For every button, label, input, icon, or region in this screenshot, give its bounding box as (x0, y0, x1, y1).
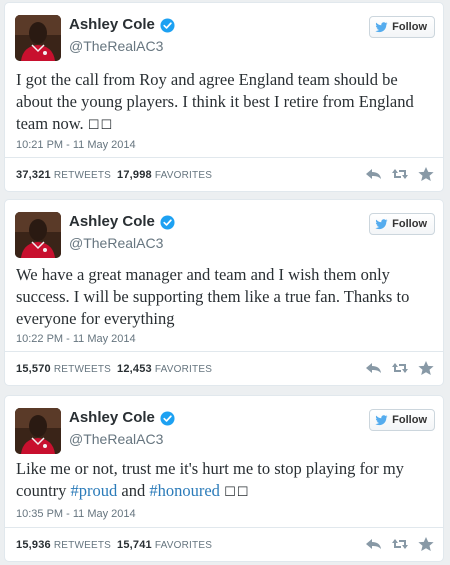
divider (5, 351, 443, 352)
hashtag-link[interactable]: #honoured (149, 481, 220, 500)
tweet-timestamp[interactable]: 10:35 PM - 11 May 2014 (16, 508, 136, 520)
retweets-count[interactable]: 37,321 (16, 169, 51, 181)
display-name-text[interactable]: Ashley Cole (69, 409, 155, 427)
retweet-button[interactable] (391, 536, 409, 552)
tweet-card: Ashley Cole @TheRealAC3 Follow We have a… (4, 199, 444, 386)
divider (5, 527, 443, 528)
tweet-card: Ashley Cole @TheRealAC3 Follow Like me o… (4, 395, 444, 562)
hashtag-link[interactable]: #proud (71, 481, 118, 500)
tweet-stack: Ashley Cole @TheRealAC3 Follow I got the… (0, 0, 450, 565)
retweet-icon (392, 539, 408, 549)
follow-label: Follow (392, 218, 427, 230)
tweet-card: Ashley Cole @TheRealAC3 Follow I got the… (4, 2, 444, 192)
twitter-bird-icon (375, 218, 388, 229)
tweet-actions (365, 166, 435, 182)
verified-badge-icon (160, 410, 175, 426)
reply-button[interactable] (365, 536, 383, 552)
reply-button[interactable] (365, 166, 383, 182)
retweet-icon (392, 169, 408, 179)
user-handle[interactable]: @TheRealAC3 (69, 430, 163, 448)
retweet-button[interactable] (391, 360, 409, 376)
verified-badge-icon (160, 214, 175, 230)
tweet-text-body: We have a great manager and team and I w… (16, 265, 410, 328)
reply-icon (366, 169, 381, 179)
avatar[interactable] (15, 408, 61, 454)
tweet-text-body: I got the call from Roy and agree Englan… (16, 70, 414, 133)
avatar-photo-icon (15, 212, 61, 258)
retweet-icon (392, 363, 408, 373)
user-handle[interactable]: @TheRealAC3 (69, 234, 163, 252)
tweet-actions (365, 536, 435, 552)
star-icon (418, 361, 434, 375)
favorite-button[interactable] (417, 360, 435, 376)
display-name[interactable]: Ashley Cole (69, 16, 175, 34)
tweet-text: We have a great manager and team and I w… (16, 264, 431, 330)
favorites-label[interactable]: FAVORITES (155, 364, 212, 375)
tweet-actions (365, 360, 435, 376)
display-name[interactable]: Ashley Cole (69, 409, 175, 427)
favorites-label[interactable]: FAVORITES (155, 170, 212, 181)
tweet-stats: 15,936 RETWEETS 15,741 FAVORITES (16, 539, 212, 551)
star-icon (418, 537, 434, 551)
retweets-count[interactable]: 15,936 (16, 539, 51, 551)
twitter-bird-icon (375, 414, 388, 425)
reply-icon (366, 363, 381, 373)
avatar-photo-icon (15, 15, 61, 61)
favorite-button[interactable] (417, 536, 435, 552)
favorite-button[interactable] (417, 166, 435, 182)
retweets-count[interactable]: 15,570 (16, 363, 51, 375)
star-icon (418, 167, 434, 181)
retweets-label[interactable]: RETWEETS (54, 540, 111, 551)
tweet-text: Like me or not, trust me it's hurt me to… (16, 458, 431, 504)
avatar[interactable] (15, 212, 61, 258)
verified-badge-icon (160, 17, 175, 33)
tweet-stats: 15,570 RETWEETS 12,453 FAVORITES (16, 363, 212, 375)
reply-icon (366, 539, 381, 549)
retweet-button[interactable] (391, 166, 409, 182)
user-handle[interactable]: @TheRealAC3 (69, 37, 163, 55)
avatar-photo-icon (15, 408, 61, 454)
emoji-placeholder: ☐☐ (87, 118, 114, 133)
tweet-text-body: and (117, 481, 150, 500)
display-name-text[interactable]: Ashley Cole (69, 213, 155, 231)
favorites-count[interactable]: 15,741 (117, 539, 152, 551)
follow-button[interactable]: Follow (369, 409, 435, 431)
follow-label: Follow (392, 21, 427, 33)
tweet-stats: 37,321 RETWEETS 17,998 FAVORITES (16, 169, 212, 181)
tweet-timestamp[interactable]: 10:22 PM - 11 May 2014 (16, 333, 136, 345)
follow-button[interactable]: Follow (369, 16, 435, 38)
favorites-count[interactable]: 17,998 (117, 169, 152, 181)
retweets-label[interactable]: RETWEETS (54, 364, 111, 375)
emoji-placeholder: ☐☐ (224, 485, 250, 500)
follow-button[interactable]: Follow (369, 213, 435, 235)
follow-label: Follow (392, 414, 427, 426)
display-name[interactable]: Ashley Cole (69, 213, 175, 231)
reply-button[interactable] (365, 360, 383, 376)
favorites-label[interactable]: FAVORITES (155, 540, 212, 551)
divider (5, 157, 443, 158)
retweets-label[interactable]: RETWEETS (54, 170, 111, 181)
tweet-text: I got the call from Roy and agree Englan… (16, 69, 431, 137)
display-name-text[interactable]: Ashley Cole (69, 16, 155, 34)
tweet-timestamp[interactable]: 10:21 PM - 11 May 2014 (16, 139, 136, 151)
avatar[interactable] (15, 15, 61, 61)
twitter-bird-icon (375, 21, 388, 32)
favorites-count[interactable]: 12,453 (117, 363, 152, 375)
